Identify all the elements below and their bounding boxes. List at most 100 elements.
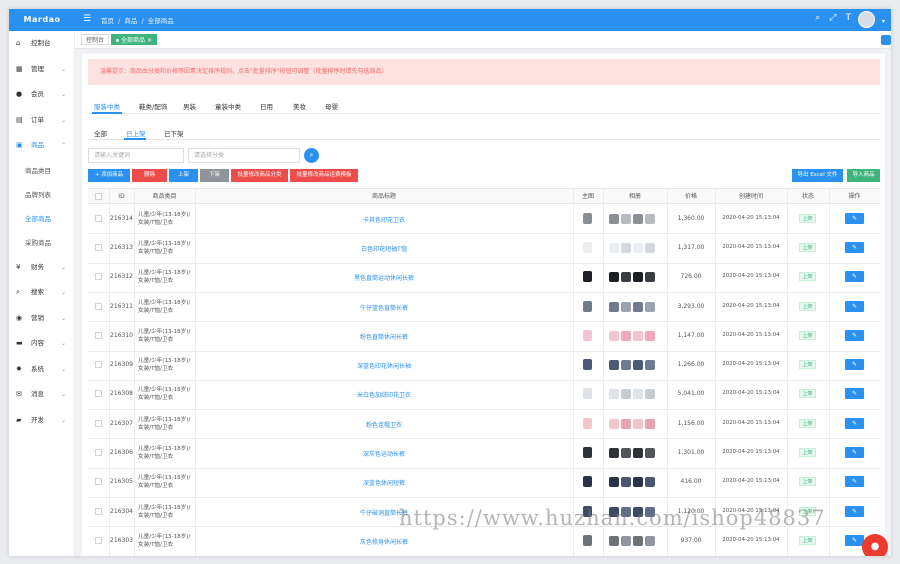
goods-main-image[interactable] <box>583 241 592 253</box>
edit-button[interactable]: ✎ <box>845 505 864 517</box>
row-checkbox[interactable] <box>94 536 102 544</box>
sidebar-item-goods[interactable]: ▣ 商品 ⌃ <box>9 133 74 159</box>
app-logo[interactable]: Mardao <box>9 9 75 31</box>
sidebar-item-finance[interactable]: ¥ 财务 ⌄ <box>9 255 74 281</box>
goods-gallery-image[interactable] <box>609 242 619 253</box>
goods-gallery-image[interactable] <box>633 272 643 283</box>
row-checkbox[interactable] <box>94 507 102 515</box>
menu-toggle-icon[interactable]: ☰ <box>83 14 91 24</box>
breadcrumb-item[interactable]: 商品 <box>124 17 137 25</box>
goods-title-link[interactable]: 牛仔蓝色直筒长裤 <box>195 303 573 312</box>
goods-title-link[interactable]: 粉色连帽卫衣 <box>195 420 573 429</box>
goods-main-image[interactable] <box>583 534 592 546</box>
edit-button[interactable]: ✎ <box>845 388 864 400</box>
edit-button[interactable]: ✎ <box>845 271 864 283</box>
row-checkbox[interactable] <box>94 214 102 222</box>
goods-gallery-image[interactable] <box>621 301 631 312</box>
tab-all-goods[interactable]: 全部商品 × <box>111 34 157 45</box>
goods-gallery-image[interactable] <box>645 301 655 312</box>
sidebar-item-orders[interactable]: ▤ 订单 ⌄ <box>9 108 74 134</box>
edit-button[interactable]: ✎ <box>845 417 864 429</box>
sidebar-item-search[interactable]: ⌕ 搜索 ⌄ <box>9 280 74 306</box>
goods-gallery-image[interactable] <box>633 389 643 400</box>
goods-main-image[interactable] <box>583 300 592 312</box>
sidebar-item-system[interactable]: ✹ 系统 ⌄ <box>9 357 74 383</box>
goods-gallery-image[interactable] <box>609 448 619 459</box>
tab-console[interactable]: 控制台 <box>81 34 110 45</box>
fullscreen-icon[interactable]: ⤢ <box>829 13 836 23</box>
type-tab[interactable]: 美妆 <box>293 101 306 111</box>
off-shelf-button[interactable]: 下架 <box>200 169 229 182</box>
goods-gallery-image[interactable] <box>621 477 631 488</box>
goods-gallery-image[interactable] <box>645 389 655 400</box>
close-icon[interactable]: × <box>147 37 152 44</box>
sidebar-item-message[interactable]: ✉ 消息 ⌄ <box>9 382 74 408</box>
breadcrumb-item[interactable]: 首页 <box>101 17 114 25</box>
delete-button[interactable]: 删除 <box>132 169 167 182</box>
status-tab[interactable]: 已上架 <box>126 128 146 138</box>
goods-title-link[interactable]: 白色印花短袖T恤 <box>195 244 573 253</box>
import-goods-button[interactable]: 导入商品 <box>847 169 880 182</box>
export-excel-button[interactable]: 导出 Excel 文件 <box>792 169 843 182</box>
goods-main-image[interactable] <box>583 329 592 341</box>
goods-main-image[interactable] <box>583 388 592 400</box>
goods-gallery-image[interactable] <box>609 301 619 312</box>
goods-gallery-image[interactable] <box>633 418 643 429</box>
type-tab[interactable]: 服装中类 <box>94 101 120 111</box>
goods-gallery-image[interactable] <box>621 389 631 400</box>
row-checkbox[interactable] <box>94 302 102 310</box>
goods-gallery-image[interactable] <box>633 535 643 546</box>
goods-gallery-image[interactable] <box>621 213 631 224</box>
goods-gallery-image[interactable] <box>621 448 631 459</box>
edit-button[interactable]: ✎ <box>845 359 864 371</box>
goods-gallery-image[interactable] <box>645 272 655 283</box>
search-button[interactable]: ⌕ <box>304 148 319 163</box>
goods-gallery-image[interactable] <box>633 477 643 488</box>
goods-gallery-image[interactable] <box>609 360 619 371</box>
goods-gallery-image[interactable] <box>633 213 643 224</box>
type-tab[interactable]: 男装 <box>183 101 196 111</box>
goods-gallery-image[interactable] <box>645 477 655 488</box>
sidebar-item-marketing[interactable]: ◉ 营销 ⌄ <box>9 306 74 332</box>
goods-gallery-image[interactable] <box>609 389 619 400</box>
sidebar-subitem-brand[interactable]: 品牌列表 <box>9 183 74 207</box>
goods-gallery-image[interactable] <box>621 330 631 341</box>
goods-gallery-image[interactable] <box>609 535 619 546</box>
row-checkbox[interactable] <box>94 478 102 486</box>
sidebar-item-console[interactable]: ⌂ 控制台 <box>9 31 74 57</box>
row-checkbox[interactable] <box>94 273 102 281</box>
goods-title-link[interactable]: 米白色加绒印花卫衣 <box>195 390 573 399</box>
goods-gallery-image[interactable] <box>633 360 643 371</box>
edit-button[interactable]: ✎ <box>845 300 864 312</box>
sidebar-subitem-category[interactable]: 商品类目 <box>9 159 74 183</box>
goods-main-image[interactable] <box>583 359 592 371</box>
goods-title-link[interactable]: 粉色直筒休闲长裤 <box>195 332 573 341</box>
goods-gallery-image[interactable] <box>645 360 655 371</box>
goods-main-image[interactable] <box>583 271 592 283</box>
status-tab[interactable]: 已下架 <box>164 128 184 138</box>
goods-gallery-image[interactable] <box>621 360 631 371</box>
row-checkbox[interactable] <box>94 243 102 251</box>
edit-button[interactable]: ✎ <box>845 241 864 253</box>
row-checkbox[interactable] <box>94 419 102 427</box>
batch-category-button[interactable]: 批量修改商品分类 <box>231 169 288 182</box>
goods-title-link[interactable]: 灰色修身休闲长裤 <box>195 537 573 546</box>
goods-gallery-image[interactable] <box>645 535 655 546</box>
avatar[interactable] <box>858 11 875 28</box>
goods-gallery-image[interactable] <box>621 242 631 253</box>
goods-gallery-image[interactable] <box>633 301 643 312</box>
goods-main-image[interactable] <box>583 212 592 224</box>
goods-title-link[interactable]: 深灰色运动长裤 <box>195 449 573 458</box>
row-checkbox[interactable] <box>94 331 102 339</box>
edit-button[interactable]: ✎ <box>845 329 864 341</box>
goods-gallery-image[interactable] <box>633 448 643 459</box>
on-shelf-button[interactable]: 上架 <box>169 169 198 182</box>
goods-title-link[interactable]: 黑色直筒运动休闲长裤 <box>195 273 573 282</box>
type-tab[interactable]: 日用 <box>260 101 273 111</box>
type-tab[interactable]: 母婴 <box>325 101 338 111</box>
sidebar-subitem-all-goods[interactable]: 全部商品 <box>9 207 74 231</box>
goods-gallery-image[interactable] <box>645 418 655 429</box>
sidebar-item-content[interactable]: ▬ 内容 ⌄ <box>9 331 74 357</box>
goods-main-image[interactable] <box>583 447 592 459</box>
goods-gallery-image[interactable] <box>645 213 655 224</box>
